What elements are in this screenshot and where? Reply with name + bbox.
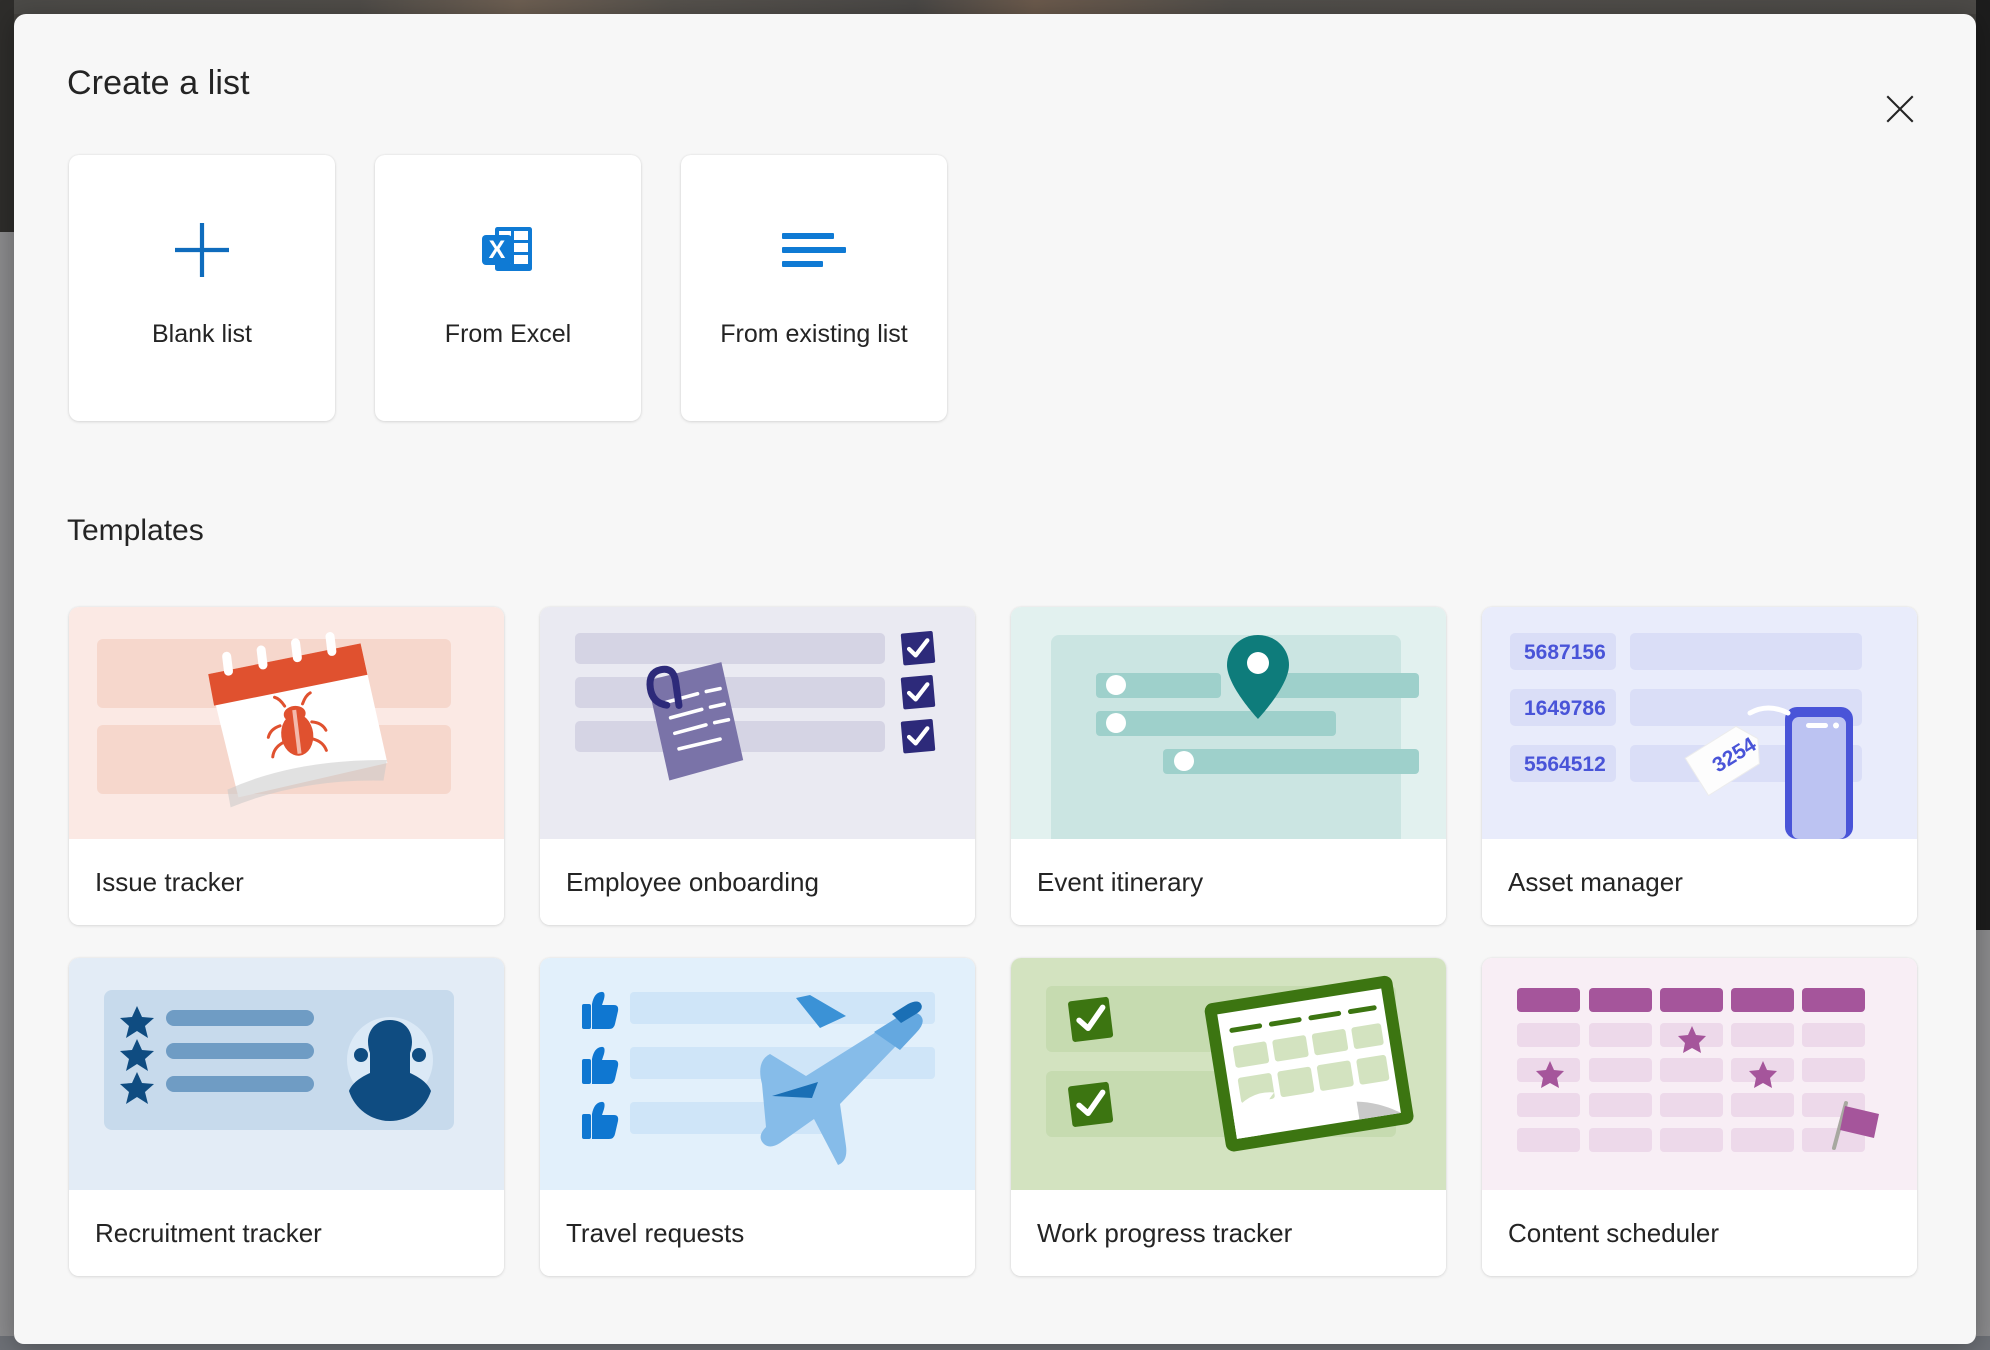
work-progress-tracker-illustration [1046, 975, 1414, 1152]
template-name-work-progress-tracker: Work progress tracker [1011, 1190, 1446, 1276]
asset-id-2: 1649786 [1524, 697, 1606, 720]
backdrop-right-lower-strip [1976, 930, 1990, 1350]
template-card-asset-manager[interactable]: 5687156 1649786 5564512 3254 Asset manag… [1482, 607, 1917, 925]
work-progress-tracker-art [1011, 958, 1446, 1190]
template-card-recruitment-tracker[interactable]: Recruitment tracker [69, 958, 504, 1276]
list-lines-icon [782, 233, 846, 267]
template-card-employee-onboarding[interactable]: Employee onboarding [540, 607, 975, 925]
plus-icon [175, 223, 229, 277]
templates-heading: Templates [67, 514, 204, 547]
template-name-content-scheduler: Content scheduler [1482, 1190, 1917, 1276]
screen: Create a list Blank list X From Excel Fr… [0, 0, 1990, 1350]
employee-onboarding-illustration [575, 631, 936, 781]
template-card-event-itinerary[interactable]: Event itinerary [1011, 607, 1446, 925]
content-scheduler-illustration [1517, 988, 1879, 1152]
asset-id-1: 5687156 [1524, 641, 1606, 664]
event-itinerary-illustration [1051, 635, 1419, 839]
option-card-from-existing-list[interactable]: From existing list [681, 155, 947, 421]
asset-manager-art: 5687156 1649786 5564512 3254 [1482, 607, 1917, 839]
backdrop-top-strip [0, 0, 1990, 14]
template-card-content-scheduler[interactable]: Content scheduler [1482, 958, 1917, 1276]
asset-id-3: 5564512 [1524, 753, 1606, 776]
excel-icon-wrap: X [477, 217, 539, 283]
page-title: Create a list [67, 64, 250, 102]
option-card-blank-list[interactable]: Blank list [69, 155, 335, 421]
template-card-issue-tracker[interactable]: Issue tracker [69, 607, 504, 925]
issue-tracker-art [69, 607, 504, 839]
close-button[interactable] [1871, 80, 1929, 138]
option-label-from-existing-list: From existing list [720, 320, 908, 348]
template-name-event-itinerary: Event itinerary [1011, 839, 1446, 925]
employee-onboarding-art [540, 607, 975, 839]
option-label-blank-list: Blank list [151, 320, 253, 348]
template-name-issue-tracker: Issue tracker [69, 839, 504, 925]
template-card-travel-requests[interactable]: Travel requests [540, 958, 975, 1276]
templates-grid: Issue tracker Employee onboarding Event … [69, 607, 1917, 1276]
list-lines-icon-wrap [779, 217, 849, 283]
recruitment-tracker-art [69, 958, 504, 1190]
event-itinerary-art [1011, 607, 1446, 839]
plus-icon-wrap [170, 217, 234, 283]
template-card-work-progress-tracker[interactable]: Work progress tracker [1011, 958, 1446, 1276]
excel-icon: X [482, 227, 532, 271]
recruitment-tracker-illustration [104, 990, 454, 1130]
asset-manager-illustration: 5687156 1649786 5564512 3254 [1510, 633, 1862, 839]
create-list-dialog: Create a list Blank list X From Excel Fr… [14, 14, 1976, 1344]
option-card-from-excel[interactable]: X From Excel [375, 155, 641, 421]
travel-requests-art [540, 958, 975, 1190]
close-icon [1886, 95, 1914, 123]
travel-requests-illustration [582, 991, 935, 1165]
template-name-asset-manager: Asset manager [1482, 839, 1917, 925]
template-name-employee-onboarding: Employee onboarding [540, 839, 975, 925]
template-name-recruitment-tracker: Recruitment tracker [69, 1190, 504, 1276]
option-label-from-excel: From Excel [444, 320, 572, 348]
create-options-row: Blank list X From Excel From existing li… [69, 155, 947, 421]
backdrop-left-lower-strip [0, 232, 14, 1350]
issue-tracker-illustration [97, 632, 451, 808]
template-name-travel-requests: Travel requests [540, 1190, 975, 1276]
svg-text:X: X [489, 236, 506, 264]
content-scheduler-art [1482, 958, 1917, 1190]
